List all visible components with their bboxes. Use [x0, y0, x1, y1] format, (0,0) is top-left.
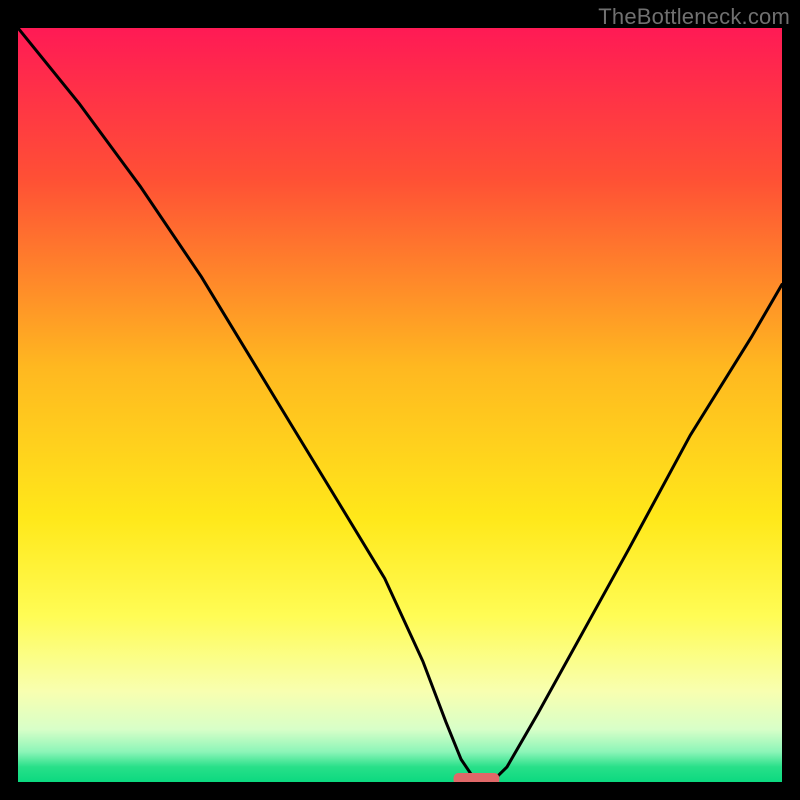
optimum-marker [454, 773, 500, 782]
watermark-text: TheBottleneck.com [598, 4, 790, 30]
gradient-background [18, 28, 782, 782]
chart-frame: TheBottleneck.com [0, 0, 800, 800]
chart-svg [18, 28, 782, 782]
chart-plot-area [18, 28, 782, 782]
